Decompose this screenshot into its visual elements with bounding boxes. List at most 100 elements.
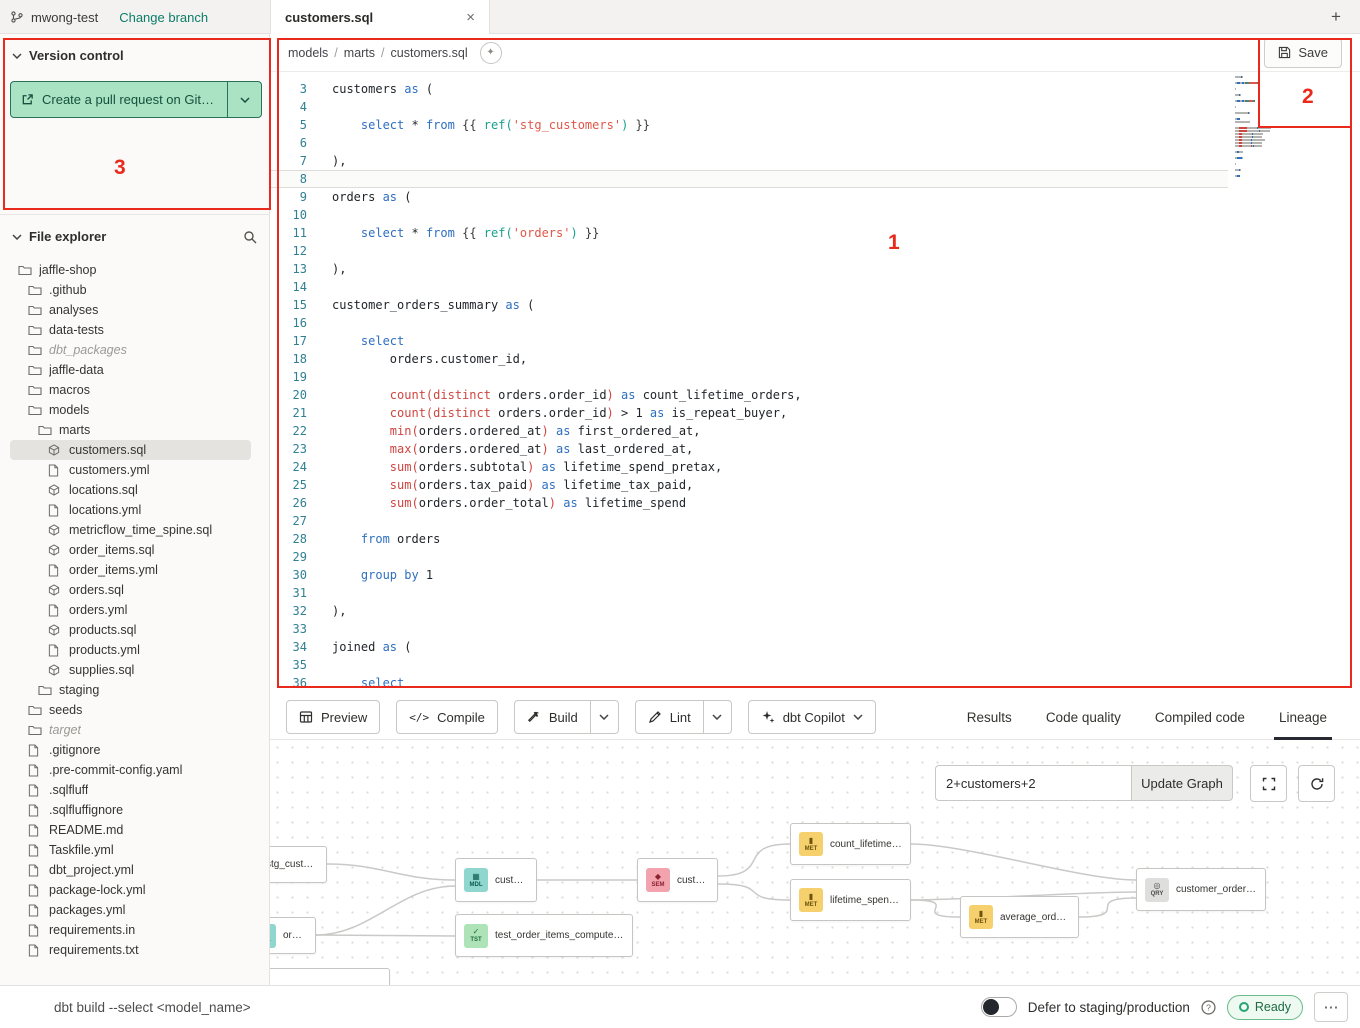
close-icon[interactable]: × (466, 10, 475, 25)
lineage-node-item[interactable] (270, 968, 390, 985)
tree-item-gitignore[interactable]: .gitignore (10, 740, 251, 760)
tree-item-metricflow-time-spine-sql[interactable]: metricflow_time_spine.sql (10, 520, 251, 540)
tab-code-quality[interactable]: Code quality (1029, 695, 1138, 740)
code-line[interactable]: from orders (332, 530, 802, 548)
tree-item-packages-yml[interactable]: packages.yml (10, 900, 251, 920)
create-pr-dropdown[interactable] (227, 82, 261, 117)
code-line[interactable]: select (332, 674, 802, 692)
tree-item-pre-commit-config-yaml[interactable]: .pre-commit-config.yaml (10, 760, 251, 780)
tree-item-staging[interactable]: staging (10, 680, 251, 700)
tab-results[interactable]: Results (950, 695, 1029, 740)
lineage-node-customers[interactable]: ◆SEMcustomers (637, 858, 718, 902)
tree-item-supplies-sql[interactable]: supplies.sql (10, 660, 251, 680)
code-line[interactable]: count(distinct orders.order_id) > 1 as i… (332, 404, 802, 422)
tree-item-data-tests[interactable]: data-tests (10, 320, 251, 340)
tree-item-orders-sql[interactable]: orders.sql (10, 580, 251, 600)
tree-item-jaffle-data[interactable]: jaffle-data (10, 360, 251, 380)
code-line[interactable] (332, 242, 802, 260)
code-line[interactable]: group by 1 (332, 566, 802, 584)
lint-dropdown[interactable] (704, 700, 732, 734)
code-line[interactable]: count(distinct orders.order_id) as count… (332, 386, 802, 404)
tree-item-readme-md[interactable]: README.md (10, 820, 251, 840)
tree-item-package-lock-yml[interactable]: package-lock.yml (10, 880, 251, 900)
tree-item-github[interactable]: .github (10, 280, 251, 300)
code-line[interactable] (332, 314, 802, 332)
save-button[interactable]: Save (1264, 38, 1342, 68)
tree-item-products-yml[interactable]: products.yml (10, 640, 251, 660)
create-pr-button-main[interactable]: Create a pull request on Git… (11, 82, 227, 117)
tree-item-order-items-sql[interactable]: order_items.sql (10, 540, 251, 560)
tree-item-customers-yml[interactable]: customers.yml (10, 460, 251, 480)
tree-item-customers-sql[interactable]: customers.sql (10, 440, 251, 460)
tree-item-models[interactable]: models (10, 400, 251, 420)
change-branch-link[interactable]: Change branch (119, 10, 208, 25)
refresh-button[interactable] (1298, 765, 1335, 802)
code-line[interactable] (332, 620, 802, 638)
code-line[interactable] (332, 656, 802, 674)
dbt-copilot-button[interactable]: dbt Copilot (748, 700, 876, 734)
code-line[interactable]: ), (332, 602, 802, 620)
lineage-node-count-lifetime-orders[interactable]: ▮METcount_lifetime_orders (790, 823, 911, 865)
code-line[interactable] (332, 548, 802, 566)
tree-item-marts[interactable]: marts (10, 420, 251, 440)
code-line[interactable]: customer_orders_summary as ( (332, 296, 802, 314)
code-line[interactable]: ), (332, 152, 802, 170)
lineage-search-input[interactable] (935, 765, 1131, 801)
help-icon[interactable]: ? (1201, 1000, 1216, 1015)
code-line[interactable]: orders.customer_id, (332, 350, 802, 368)
tree-item-dbt-project-yml[interactable]: dbt_project.yml (10, 860, 251, 880)
preview-button[interactable]: Preview (286, 700, 380, 734)
lineage-node-orders[interactable]: ▦MDLorders (270, 917, 316, 954)
code-line[interactable]: sum(orders.tax_paid) as lifetime_tax_pai… (332, 476, 802, 494)
tree-item-requirements-in[interactable]: requirements.in (10, 920, 251, 940)
code-line[interactable] (332, 584, 802, 602)
defer-toggle[interactable] (981, 997, 1017, 1017)
copilot-icon[interactable]: ✦ (480, 42, 502, 64)
build-button[interactable]: Build (514, 700, 591, 734)
code-line[interactable]: orders as ( (332, 188, 802, 206)
code-line[interactable] (332, 368, 802, 386)
file-explorer-header[interactable]: File explorer (10, 227, 259, 246)
code-line[interactable]: sum(orders.order_total) as lifetime_spen… (332, 494, 802, 512)
ready-status-badge[interactable]: Ready (1227, 995, 1303, 1020)
code-line[interactable] (332, 134, 802, 152)
build-dropdown[interactable] (591, 700, 619, 734)
tree-item-locations-yml[interactable]: locations.yml (10, 500, 251, 520)
lineage-node-lifetime-spend-pretax[interactable]: ▮METlifetime_spend_pretax (790, 879, 911, 921)
lineage-node-average-order-value[interactable]: ▮METaverage_order_value (960, 896, 1079, 938)
tab-lineage[interactable]: Lineage (1262, 695, 1344, 740)
tree-item-sqlfluff[interactable]: .sqlfluff (10, 780, 251, 800)
search-icon[interactable] (243, 230, 257, 244)
code-line[interactable] (332, 170, 802, 188)
lineage-node-customer-order-metrics[interactable]: ◎QRYcustomer_order_metrics (1136, 868, 1266, 911)
code-line[interactable]: max(orders.ordered_at) as last_ordered_a… (332, 440, 802, 458)
code-editor[interactable]: 3456789101112131415161718192021222324252… (270, 72, 1360, 695)
lineage-node-test-order-items-compute-to-bools[interactable]: ✓TSTtest_order_items_compute_to_bools… (455, 914, 633, 957)
breadcrumb-file[interactable]: customers.sql (391, 46, 468, 60)
code-line[interactable]: customers as ( (332, 80, 802, 98)
add-tab-button[interactable]: + (1324, 5, 1348, 29)
code-line[interactable]: select * from {{ ref('stg_customers') }} (332, 116, 802, 134)
tree-item-jaffle-shop[interactable]: jaffle-shop (10, 260, 251, 280)
minimap[interactable] (1235, 76, 1312, 178)
tree-item-dbt-packages[interactable]: dbt_packages (10, 340, 251, 360)
code-line[interactable] (332, 512, 802, 530)
tree-item-products-sql[interactable]: products.sql (10, 620, 251, 640)
code-line[interactable]: select * from {{ ref('orders') }} (332, 224, 802, 242)
lineage-node-stg-customers[interactable]: ▦MDLstg_customers (270, 846, 327, 883)
tree-item-taskfile-yml[interactable]: Taskfile.yml (10, 840, 251, 860)
code-line[interactable]: ), (332, 260, 802, 278)
code-line[interactable]: joined as ( (332, 638, 802, 656)
code-line[interactable]: min(orders.ordered_at) as first_ordered_… (332, 422, 802, 440)
tab-customers-sql[interactable]: customers.sql × (270, 0, 490, 34)
update-graph-button[interactable]: Update Graph (1131, 765, 1233, 801)
tree-item-orders-yml[interactable]: orders.yml (10, 600, 251, 620)
tree-item-sqlfluffignore[interactable]: .sqlfluffignore (10, 800, 251, 820)
code-line[interactable]: select (332, 332, 802, 350)
tree-item-macros[interactable]: macros (10, 380, 251, 400)
more-menu-button[interactable]: ⋯ (1314, 992, 1348, 1022)
code-line[interactable] (332, 206, 802, 224)
tab-compiled-code[interactable]: Compiled code (1138, 695, 1262, 740)
lineage-node-customers[interactable]: ▦MDLcustomers (455, 858, 537, 902)
tree-item-analyses[interactable]: analyses (10, 300, 251, 320)
